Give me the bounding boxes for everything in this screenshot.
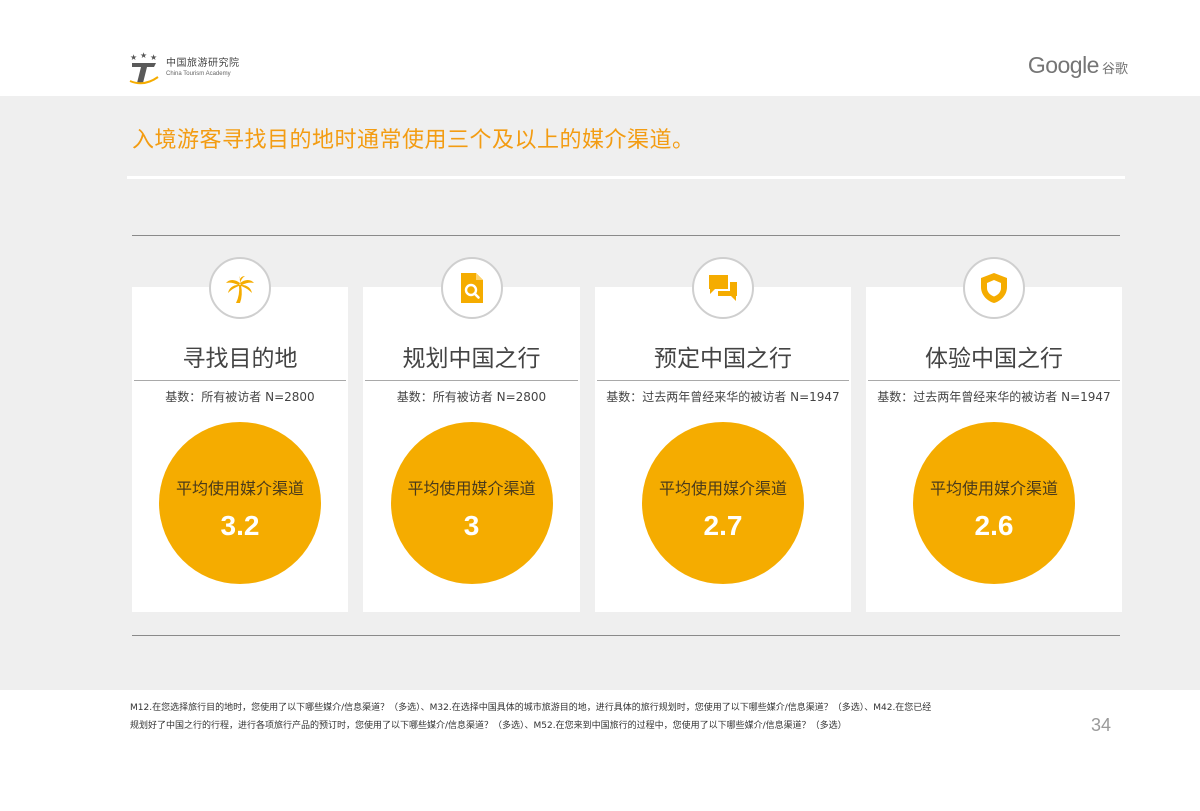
stage-title: 体验中国之行 xyxy=(925,346,1063,372)
avg-channels-circle: 平均使用媒介渠道 2.7 xyxy=(642,422,804,584)
china-tourism-academy-logo: ★ ★ ★ 中国旅游研究院 China Tourism Academy xyxy=(128,48,240,88)
card-divider xyxy=(134,380,346,381)
google-logo: Google 谷歌 xyxy=(1028,52,1128,79)
cards-top-divider xyxy=(132,235,1120,236)
sample-base-label: 基数：所有被访者 N=2800 xyxy=(165,390,315,404)
stage-card-find-destination: 寻找目的地 基数：所有被访者 N=2800 平均使用媒介渠道 3.2 xyxy=(132,257,348,612)
academy-emblem-icon: ★ ★ ★ xyxy=(129,51,159,85)
chat-bubbles-icon xyxy=(692,257,754,319)
header: ★ ★ ★ 中国旅游研究院 China Tourism Academy Goog… xyxy=(0,0,1200,96)
org-name-cn: 中国旅游研究院 xyxy=(166,58,240,69)
avg-channels-label: 平均使用媒介渠道 xyxy=(929,479,1058,498)
sample-base-label: 基数：过去两年曾经来华的被访者 N=1947 xyxy=(606,390,840,404)
stage-title: 寻找目的地 xyxy=(182,346,298,372)
svg-text:★: ★ xyxy=(140,51,147,60)
avg-channels-label: 平均使用媒介渠道 xyxy=(658,479,787,498)
cards-bottom-divider xyxy=(132,635,1120,636)
google-wordmark: Google xyxy=(1027,52,1100,78)
stage-card-book-trip: 预定中国之行 基数：过去两年曾经来华的被访者 N=1947 平均使用媒介渠道 2… xyxy=(595,257,851,612)
title-divider xyxy=(127,176,1125,179)
avg-channels-circle: 平均使用媒介渠道 3 xyxy=(390,422,553,584)
avg-channels-value: 3.2 xyxy=(220,510,260,541)
avg-channels-label: 平均使用媒介渠道 xyxy=(407,479,536,498)
stage-title: 预定中国之行 xyxy=(654,346,792,372)
stage-title: 规划中国之行 xyxy=(402,346,541,372)
card-divider xyxy=(868,380,1120,381)
avg-channels-value: 2.6 xyxy=(974,510,1014,541)
card-divider xyxy=(365,380,578,381)
org-name-en: China Tourism Academy xyxy=(166,71,231,77)
sample-base-label: 基数：过去两年曾经来华的被访者 N=1947 xyxy=(877,390,1111,404)
avg-channels-circle: 平均使用媒介渠道 2.6 xyxy=(913,422,1075,584)
content-panel: 入境游客寻找目的地时通常使用三个及以上的媒介渠道。 寻找目的地 基数：所有被访者… xyxy=(0,96,1200,690)
slide-title: 入境游客寻找目的地时通常使用三个及以上的媒介渠道。 xyxy=(132,128,695,153)
footnote-line: 规划好了中国之行的行程，进行各项旅行产品的预订时，您使用了以下哪些媒介/信息渠道… xyxy=(130,721,847,731)
avg-channels-label: 平均使用媒介渠道 xyxy=(175,479,304,498)
document-search-icon xyxy=(440,257,503,319)
stage-card-experience-trip: 体验中国之行 基数：过去两年曾经来华的被访者 N=1947 平均使用媒介渠道 2… xyxy=(866,257,1122,612)
shield-icon xyxy=(963,257,1025,319)
svg-text:★: ★ xyxy=(130,53,137,62)
survey-footnote: M12.在您选择旅行目的地时，您使用了以下哪些媒介/信息渠道？（多选）、M32.… xyxy=(130,699,1035,735)
palm-tree-icon xyxy=(209,257,271,319)
footnote-line: M12.在您选择旅行目的地时，您使用了以下哪些媒介/信息渠道？（多选）、M32.… xyxy=(130,703,932,713)
svg-text:★: ★ xyxy=(150,53,157,62)
google-cn-label: 谷歌 xyxy=(1101,62,1128,77)
sample-base-label: 基数：所有被访者 N=2800 xyxy=(396,390,547,404)
avg-channels-circle: 平均使用媒介渠道 3.2 xyxy=(159,422,321,584)
avg-channels-value: 2.7 xyxy=(703,510,743,541)
stage-card-plan-trip: 规划中国之行 基数：所有被访者 N=2800 平均使用媒介渠道 3 xyxy=(363,257,580,612)
card-divider xyxy=(597,380,849,381)
page-number: 34 xyxy=(1091,715,1112,735)
avg-channels-value: 3 xyxy=(463,510,480,541)
